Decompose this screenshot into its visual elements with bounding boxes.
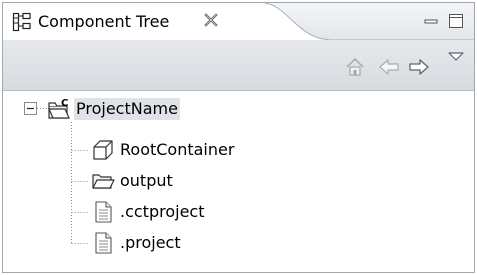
tree-node-output[interactable]: output [91,169,175,193]
home-icon[interactable] [344,57,366,77]
collapse-toggle[interactable] [24,102,37,115]
tree-node-rootcontainer[interactable]: RootContainer [91,138,236,162]
tree-node-root[interactable]: C ProjectName [47,97,180,121]
view-header: Component Tree [3,3,474,40]
forward-arrow-icon[interactable] [408,57,430,77]
close-icon[interactable] [203,12,219,28]
view-toolbar [3,40,474,91]
maximize-icon[interactable] [447,12,465,30]
view-title: Component Tree [38,12,170,31]
file-icon [95,201,112,223]
project-folder-icon: C [48,98,70,119]
open-folder-icon [92,174,115,189]
tree-node-project[interactable]: .project [91,231,183,255]
component-tree-icon [12,12,31,32]
component-tree: C ProjectName RootContainer output .cctp… [3,91,474,272]
container-icon [93,140,113,160]
component-tree-view: Component Tree C ProjectName RootContain… [2,2,475,273]
view-menu-icon[interactable] [445,48,467,68]
minimize-icon[interactable] [422,12,440,30]
tree-node-label: output [120,171,173,190]
file-icon [95,232,112,254]
svg-text:C: C [61,98,68,109]
tree-node-label: .cctproject [120,202,205,221]
back-arrow-icon[interactable] [378,57,400,77]
tree-node-label: .project [120,233,181,252]
tree-node-label: ProjectName [74,98,180,120]
tree-node-label: RootContainer [120,140,235,159]
tree-node-cctproject[interactable]: .cctproject [91,200,206,224]
